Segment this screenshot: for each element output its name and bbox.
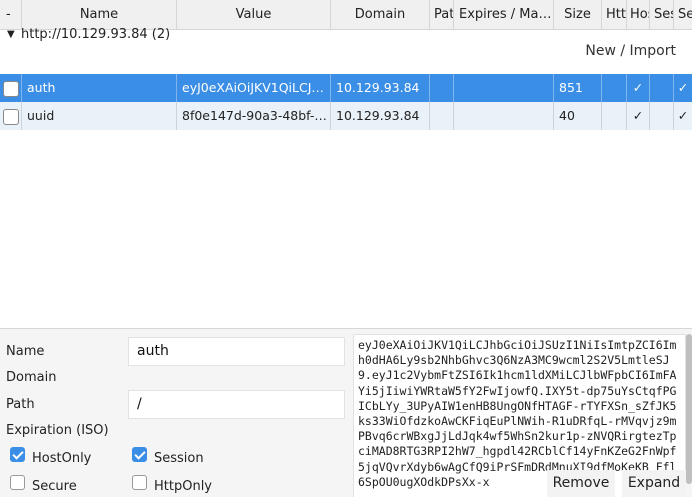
secure-checkbox[interactable] [10, 475, 25, 490]
expiration-label: Expiration (ISO) [6, 423, 109, 438]
name-field[interactable]: auth [128, 337, 345, 366]
cookie-table-header: - Name Value Domain Path Expires / Max-A… [0, 0, 692, 30]
column-header-path[interactable]: Path [430, 0, 454, 30]
cookie-httponly [602, 74, 627, 102]
column-header-select[interactable]: - [0, 0, 22, 30]
cookie-size: 851 [554, 74, 602, 102]
table-row[interactable]: uuid 8f0e147d-90a3-48bf-8c4f-5bd3a3d0b3e… [0, 102, 692, 130]
new-import-button[interactable]: New / Import [585, 43, 676, 59]
cookie-size: 40 [554, 102, 602, 130]
column-header-name[interactable]: Name [22, 0, 177, 30]
cookie-value: eyJ0eXAiOiJKV1QiLCJhbGciOiJSUzI1NiIsImtp… [177, 74, 331, 102]
cookie-editor-panel: Name auth Domain Path / Expiration (ISO)… [0, 328, 692, 497]
cookie-value: 8f0e147d-90a3-48bf-8c4f-5bd3a3d0b3e7 [177, 102, 331, 130]
domain-label: Domain [6, 370, 57, 385]
hostonly-label: HostOnly [32, 451, 92, 466]
session-checkbox[interactable] [132, 447, 147, 462]
cookie-expires [454, 74, 554, 102]
cookie-path [430, 74, 454, 102]
cookie-expires [454, 102, 554, 130]
column-header-session[interactable]: Session [650, 0, 674, 30]
httponly-label: HttpOnly [154, 479, 212, 494]
hostonly-checkbox[interactable] [10, 447, 25, 462]
cookie-domain: 10.129.93.84 [331, 74, 430, 102]
remove-button[interactable]: Remove [547, 470, 615, 497]
secure-label: Secure [32, 479, 77, 494]
column-header-secure[interactable]: Secure [674, 0, 692, 30]
cookie-hostonly: ✓ [627, 102, 650, 130]
column-header-expires[interactable]: Expires / Max-Age [454, 0, 554, 30]
column-header-hostonly[interactable]: HostOnly [627, 0, 650, 30]
row-checkbox[interactable] [3, 109, 19, 125]
path-field[interactable]: / [128, 390, 345, 419]
cookie-httponly [602, 102, 627, 130]
row-checkbox[interactable] [3, 81, 19, 97]
cookie-name: auth [22, 74, 177, 102]
name-label: Name [6, 344, 45, 359]
table-row[interactable]: auth eyJ0eXAiOiJKV1QiLCJhbGciOiJSUzI1NiI… [0, 74, 692, 102]
httponly-checkbox[interactable] [132, 475, 147, 490]
expand-button[interactable]: Expand [622, 470, 686, 497]
value-scrollbar[interactable] [686, 334, 692, 484]
row-select-cell [0, 74, 22, 102]
column-header-size[interactable]: Size [554, 0, 602, 30]
cookie-secure: ✓ [677, 80, 689, 95]
path-label: Path [6, 397, 35, 412]
cookie-hostonly: ✓ [627, 74, 650, 102]
cookie-session [650, 102, 674, 130]
cookie-domain: 10.129.93.84 [331, 102, 430, 130]
cookie-session [650, 74, 674, 102]
cookie-secure: ✓ [677, 108, 689, 123]
column-header-value[interactable]: Value [177, 0, 331, 30]
domain-group-label: http://10.129.93.84 (2) [21, 27, 171, 42]
column-header-httponly[interactable]: HttpOnly [602, 0, 627, 30]
cookie-path [430, 102, 454, 130]
cookie-name: uuid [22, 102, 177, 130]
session-label: Session [154, 451, 204, 466]
row-select-cell [0, 102, 22, 130]
column-header-domain[interactable]: Domain [331, 0, 430, 30]
triangle-down-icon[interactable]: ▼ [7, 29, 15, 40]
